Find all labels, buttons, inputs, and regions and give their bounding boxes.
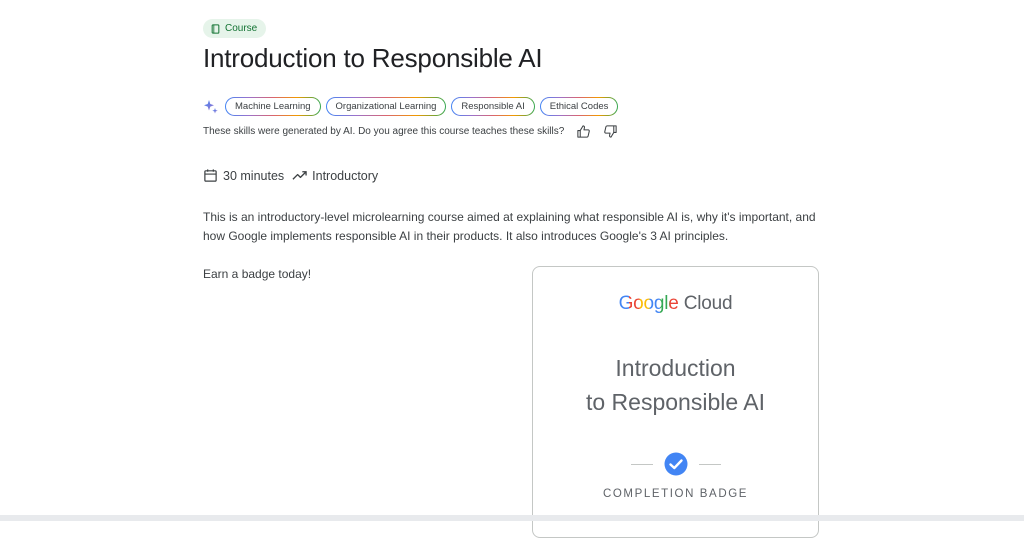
completion-badge-card: Google Cloud Introduction to Responsible… — [532, 266, 819, 538]
skill-pill-responsible-ai[interactable]: Responsible AI — [451, 97, 534, 116]
course-duration: 30 minutes — [223, 168, 285, 183]
skills-row: Machine Learning Organizational Learning… — [203, 97, 623, 116]
trending-icon — [292, 171, 307, 180]
thumbs-up-icon[interactable] — [576, 124, 591, 139]
divider-left — [630, 463, 653, 465]
badge-title-line-1: Introduction — [615, 355, 736, 381]
skills-ai-note: These skills were generated by AI. Do yo… — [203, 126, 565, 137]
earn-badge-text: Earn a badge today! — [203, 267, 312, 281]
skill-pill-organizational-learning[interactable]: Organizational Learning — [326, 97, 447, 116]
course-level: Introductory — [312, 168, 379, 183]
check-circle-icon — [664, 452, 687, 476]
course-meta: 30 minutes Introductory — [203, 168, 378, 183]
cloud-wordmark: Cloud — [683, 293, 733, 314]
thumbs-down-icon[interactable] — [603, 124, 618, 139]
calendar-icon — [204, 169, 217, 182]
completion-badge-label: COMPLETION BADGE — [602, 488, 749, 500]
course-type-chip: Course — [203, 19, 267, 38]
skill-pill-machine-learning[interactable]: Machine Learning — [225, 97, 321, 116]
badge-title-line-2: to Responsible AI — [585, 389, 765, 415]
horizontal-scrollbar[interactable] — [0, 515, 1024, 521]
skill-pill-ethical-codes[interactable]: Ethical Codes — [540, 97, 619, 116]
badge-check-row — [533, 452, 818, 476]
divider-right — [698, 463, 721, 465]
course-description: This is an introductory-level microlearn… — [203, 210, 816, 243]
course-title: Introduction to Responsible AI — [203, 43, 543, 73]
course-type-label: Course — [225, 23, 258, 34]
sparkle-icon — [204, 99, 218, 113]
badge-title: Introduction to Responsible AI — [533, 351, 818, 419]
book-icon — [211, 23, 220, 34]
skills-feedback: These skills were generated by AI. Do yo… — [203, 124, 618, 139]
google-wordmark: Google — [618, 293, 679, 314]
google-cloud-logo: Google Cloud — [533, 293, 818, 315]
